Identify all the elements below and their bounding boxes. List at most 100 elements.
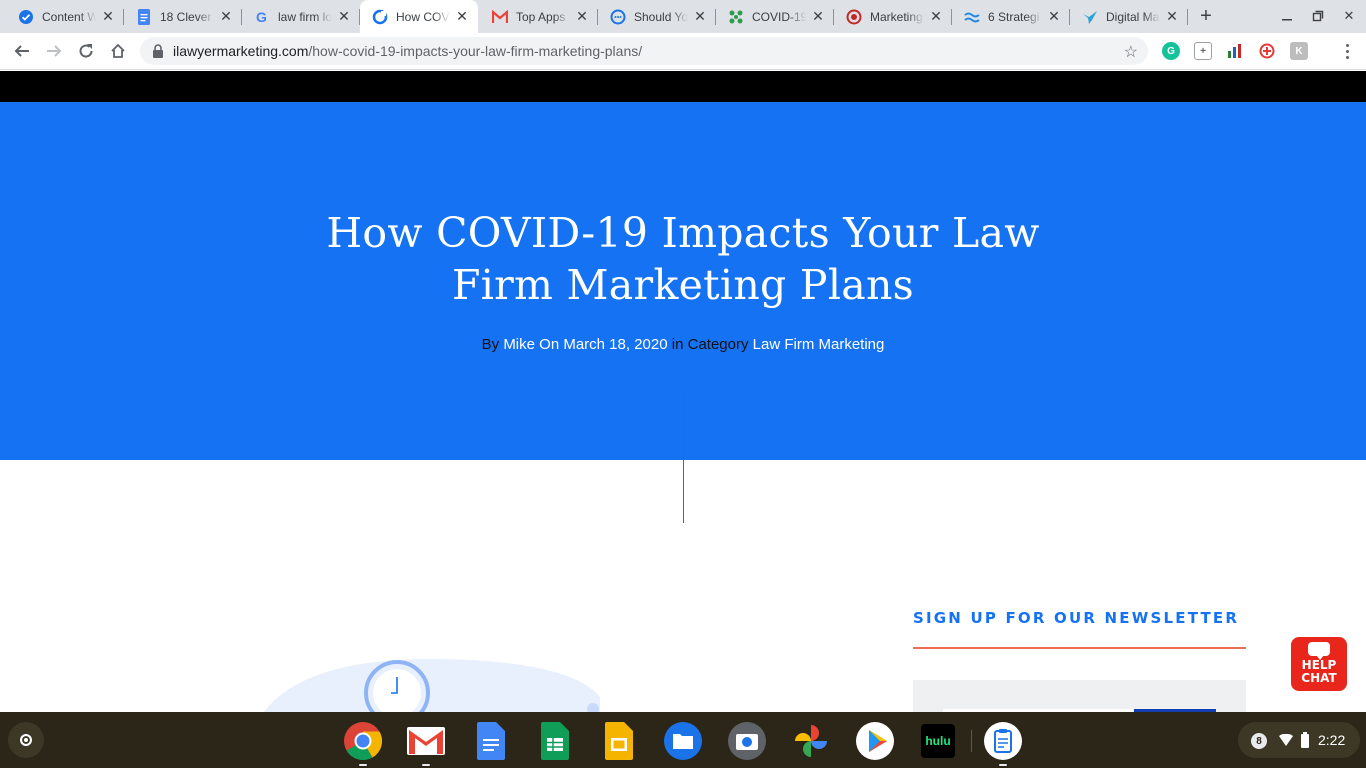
new-tab-button[interactable]: + [1196,5,1216,27]
tab-title: 6 Strategi [988,9,1040,24]
site-header-bar [0,71,1366,102]
forward-button[interactable] [42,39,66,63]
close-icon[interactable]: ✕ [1046,8,1062,25]
status-tray[interactable]: 8 2:22 [1238,722,1360,758]
clock: 2:22 [1318,732,1346,748]
close-icon[interactable]: ✕ [928,8,944,25]
tab-top-apps[interactable]: Top Apps ✕ [480,0,598,33]
clipboard-icon[interactable] [983,721,1023,766]
play-store-icon[interactable] [855,721,895,761]
launcher-button[interactable] [8,722,44,758]
newsletter-heading: SIGN UP FOR OUR NEWSLETTER [913,609,1240,627]
tab-marketing[interactable]: Marketing ✕ [834,0,952,33]
tab-covid-19[interactable]: COVID-19 ✕ [716,0,834,33]
notification-badge[interactable]: 8 [1251,733,1267,749]
grammarly-icon[interactable]: G [1162,42,1180,60]
address-bar[interactable]: ilawyermarketing.com/how-covid-19-impact… [140,37,1148,65]
url-path: /how-covid-19-impacts-your-law-firm-mark… [308,43,643,59]
tab-title: Digital Ma [1106,9,1160,24]
arrow-left-icon [14,45,29,57]
sheets-icon[interactable] [535,721,575,761]
wifi-icon [1279,734,1293,746]
post-meta: By Mike On March 18, 2020 in Category La… [283,336,1083,353]
helpchat-line2: CHAT [1301,671,1337,685]
page-title: How COVID-19 Impacts Your Law Firm Marke… [283,207,1083,311]
tab-title: Marketing [870,9,923,24]
back-button[interactable] [10,39,34,63]
tab-title: How COV [396,9,450,24]
record-icon [846,9,862,25]
svg-text:G: G [256,9,267,25]
category-link[interactable]: Law Firm Marketing [753,336,885,353]
docs-icon[interactable] [471,721,511,761]
restore-button[interactable] [1310,8,1326,24]
decorative-divider [683,396,684,523]
site-icon [372,9,388,25]
gmail-icon [492,9,508,25]
tab-title: Content W [42,9,96,24]
article-illustration [263,658,600,712]
tab-6-strategies[interactable]: 6 Strategi ✕ [952,0,1070,33]
close-window-button[interactable]: ✕ [1341,8,1357,24]
reload-button[interactable] [74,39,98,63]
close-icon[interactable]: ✕ [336,8,352,25]
close-icon[interactable]: ✕ [454,8,470,25]
close-icon[interactable]: ✕ [810,8,826,25]
slides-icon[interactable] [599,721,639,761]
minimize-button[interactable] [1279,8,1295,24]
meta-on: On [539,336,560,353]
url-text: ilawyermarketing.com/how-covid-19-impact… [173,43,642,59]
camera-icon[interactable] [727,721,767,761]
covid-icon [728,9,744,25]
tab-title: Should Yo [634,9,688,24]
tab-18-clever[interactable]: 18 Clever ✕ [124,0,242,33]
url-host: ilawyermarketing.com [173,43,309,59]
meta-in: in [671,336,684,353]
photos-icon[interactable] [791,721,831,761]
help-chat-button[interactable]: HELP CHAT [1291,637,1347,691]
lock-icon [153,44,163,58]
shelf-separator [971,730,972,752]
chart-extension-icon[interactable] [1226,42,1244,60]
close-icon[interactable]: ✕ [1164,8,1180,25]
close-icon[interactable]: ✕ [692,8,708,25]
running-indicator [999,764,1007,766]
running-indicator [422,764,430,766]
gmail-icon[interactable] [406,721,446,766]
k-extension-icon[interactable]: K [1290,42,1308,60]
helpchat-line1: HELP [1301,658,1337,672]
tab-how-covid-active[interactable]: How COV ✕ [360,0,478,33]
tab-content[interactable]: Content W ✕ [6,0,124,33]
tab-should-you[interactable]: Should Yo ✕ [598,0,716,33]
chrome-icon[interactable] [343,721,383,766]
tab-law-firm[interactable]: G law firm lo ✕ [242,0,360,33]
close-icon[interactable]: ✕ [218,8,234,25]
check-circle-icon [18,9,34,25]
home-icon [111,43,125,58]
battery-icon [1301,732,1309,748]
home-button[interactable] [106,39,130,63]
author-link[interactable]: Mike [503,336,535,353]
close-icon[interactable]: ✕ [574,8,590,25]
tab-title: COVID-19 [752,9,806,24]
meta-category-label: Category [687,336,749,353]
page-viewport: How COVID-19 Impacts Your Law Firm Marke… [0,71,1366,712]
tab-title: law firm lo [278,9,332,24]
tab-strip: Content W ✕ 18 Clever ✕ G law firm lo ✕ … [0,0,1366,33]
files-icon[interactable] [663,721,703,761]
newsletter-form [913,680,1246,712]
lastpass-icon[interactable] [1258,42,1276,60]
close-icon[interactable]: ✕ [100,8,116,25]
extension-plus-icon[interactable]: + [1194,42,1212,60]
star-icon[interactable]: ☆ [1124,42,1138,62]
hulu-label: hulu [921,724,955,758]
menu-icon[interactable] [1339,41,1355,61]
page-title-line2: Firm Marketing Plans [451,261,915,309]
tab-title: Top Apps [516,9,566,24]
reload-icon [79,44,93,58]
hulu-icon[interactable]: hulu [918,721,958,761]
page-title-line1: How COVID-19 Impacts Your Law [326,209,1040,257]
tab-digital-marketing[interactable]: Digital Ma ✕ [1070,0,1188,33]
chat-bubble-icon [1308,642,1330,660]
running-indicator [359,764,367,766]
